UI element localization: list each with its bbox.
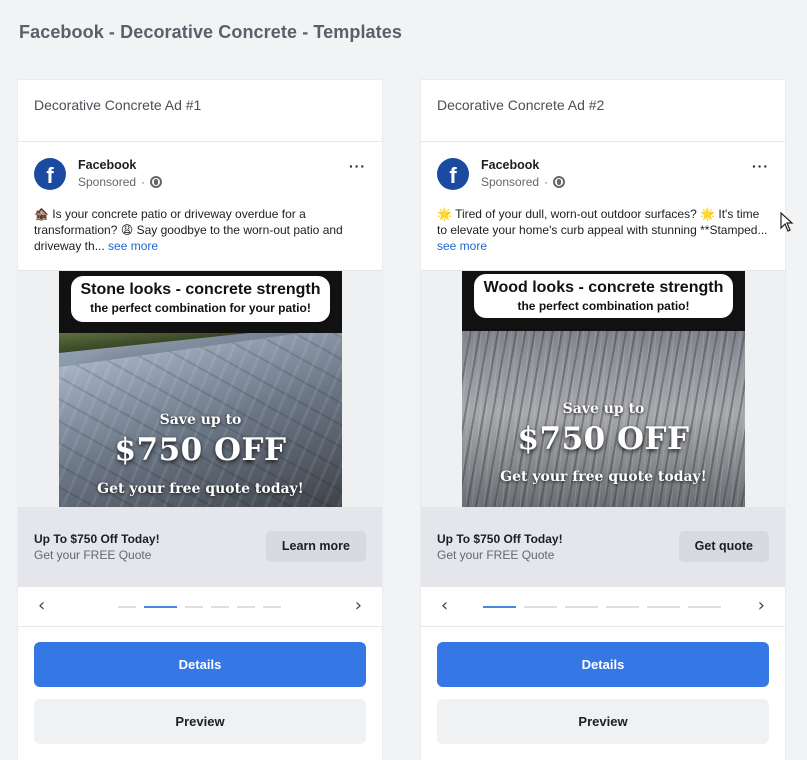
chevron-left-icon[interactable]: ‹ (441, 595, 448, 616)
ad-card-2: Decorative Concrete Ad #2 f Facebook Spo… (421, 80, 785, 760)
image-title: Stone looks - concrete strength (80, 281, 321, 298)
globe-icon (553, 176, 566, 188)
separator: · (544, 175, 549, 189)
carousel-dot-active[interactable] (144, 606, 177, 608)
image-save-text: Save up to (159, 412, 242, 428)
sponsored-label: Sponsored · (78, 175, 163, 189)
card-header: Decorative Concrete Ad #1 (18, 80, 382, 142)
card-header: Decorative Concrete Ad #2 (421, 80, 785, 142)
carousel-dot[interactable] (263, 606, 281, 608)
cta-subtext: Get your FREE Quote (34, 548, 152, 562)
more-options-icon[interactable]: ··· (349, 158, 366, 174)
more-options-icon[interactable]: ··· (752, 158, 769, 174)
post-header: f Facebook Sponsored · ··· (18, 142, 382, 200)
details-button[interactable]: Details (34, 642, 366, 687)
post-text: 🏚️ Is your concrete patio or driveway ov… (18, 200, 382, 270)
sponsored-label: Sponsored · (481, 175, 566, 189)
carousel-dot[interactable] (647, 606, 680, 608)
media-container: Wood looks - concrete strength the perfe… (421, 270, 785, 508)
image-save-text: Save up to (562, 401, 645, 417)
carousel-dot-active[interactable] (483, 606, 516, 608)
carousel-dot[interactable] (606, 606, 639, 608)
house-emoji: 🏚️ (34, 207, 49, 221)
details-button[interactable]: Details (437, 642, 769, 687)
post-header: f Facebook Sponsored · ··· (421, 142, 785, 200)
carousel-dot[interactable] (565, 606, 598, 608)
page-name[interactable]: Facebook (481, 158, 539, 172)
get-quote-button[interactable]: Get quote (678, 531, 769, 562)
sponsored-text: Sponsored (481, 175, 540, 189)
see-more-link[interactable]: see more (108, 239, 158, 253)
cta-headline: Up To $750 Off Today! (437, 532, 563, 546)
see-more-link[interactable]: see more (437, 239, 487, 253)
page-title: Facebook - Decorative Concrete - Templat… (19, 22, 402, 42)
facebook-logo-icon: f (437, 158, 469, 190)
image-price: $750 OFF (517, 421, 690, 457)
preview-button[interactable]: Preview (34, 699, 366, 744)
cta-subtext: Get your FREE Quote (437, 548, 555, 562)
chevron-right-icon[interactable]: › (355, 595, 362, 616)
ad-image[interactable]: Wood looks - concrete strength the perfe… (462, 271, 745, 508)
image-headline-box: Wood looks - concrete strength the perfe… (474, 274, 733, 318)
image-headline-box: Stone looks - concrete strength the perf… (71, 276, 330, 322)
post-text-part-1: Tired of your dull, worn-out outdoor sur… (451, 207, 701, 221)
star-emoji: 🌟 (437, 207, 452, 221)
carousel-dot[interactable] (524, 606, 557, 608)
preview-button[interactable]: Preview (437, 699, 769, 744)
page-name[interactable]: Facebook (78, 158, 136, 172)
globe-icon (150, 176, 163, 188)
carousel-dot[interactable] (118, 606, 136, 608)
carousel-dot[interactable] (185, 606, 203, 608)
image-title: Wood looks - concrete strength (483, 279, 724, 296)
image-price: $750 OFF (114, 432, 287, 468)
weary-face-emoji: 😩 (120, 223, 134, 237)
mouse-cursor-icon (780, 212, 794, 232)
cta-headline: Up To $750 Off Today! (34, 532, 160, 546)
image-subtitle: the perfect combination for your patio! (90, 301, 311, 315)
separator: · (141, 175, 146, 189)
ad-card-1: Decorative Concrete Ad #1 f Facebook Spo… (18, 80, 382, 760)
facebook-logo-icon: f (34, 158, 66, 190)
learn-more-button[interactable]: Learn more (265, 531, 366, 562)
image-quote-text: Get your free quote today! (97, 481, 304, 497)
ad-image[interactable]: Stone looks - concrete strength the perf… (59, 271, 342, 508)
carousel-nav: ‹ › (421, 587, 785, 627)
carousel-dots (118, 606, 281, 608)
chevron-right-icon[interactable]: › (758, 595, 765, 616)
image-subtitle: the perfect combination patio! (517, 299, 690, 313)
sponsored-text: Sponsored (78, 175, 137, 189)
carousel-dot[interactable] (211, 606, 229, 608)
cta-bar: Up To $750 Off Today! Get your FREE Quot… (18, 507, 382, 587)
chevron-left-icon[interactable]: ‹ (38, 595, 45, 616)
star-emoji: 🌟 (700, 207, 716, 221)
media-container: Stone looks - concrete strength the perf… (18, 270, 382, 508)
image-quote-text: Get your free quote today! (500, 469, 707, 485)
post-text: 🌟 Tired of your dull, worn-out outdoor s… (421, 200, 785, 270)
carousel-nav: ‹ › (18, 587, 382, 627)
carousel-dot[interactable] (237, 606, 255, 608)
carousel-dot[interactable] (688, 606, 721, 608)
carousel-dots (483, 606, 721, 608)
cta-bar: Up To $750 Off Today! Get your FREE Quot… (421, 507, 785, 587)
